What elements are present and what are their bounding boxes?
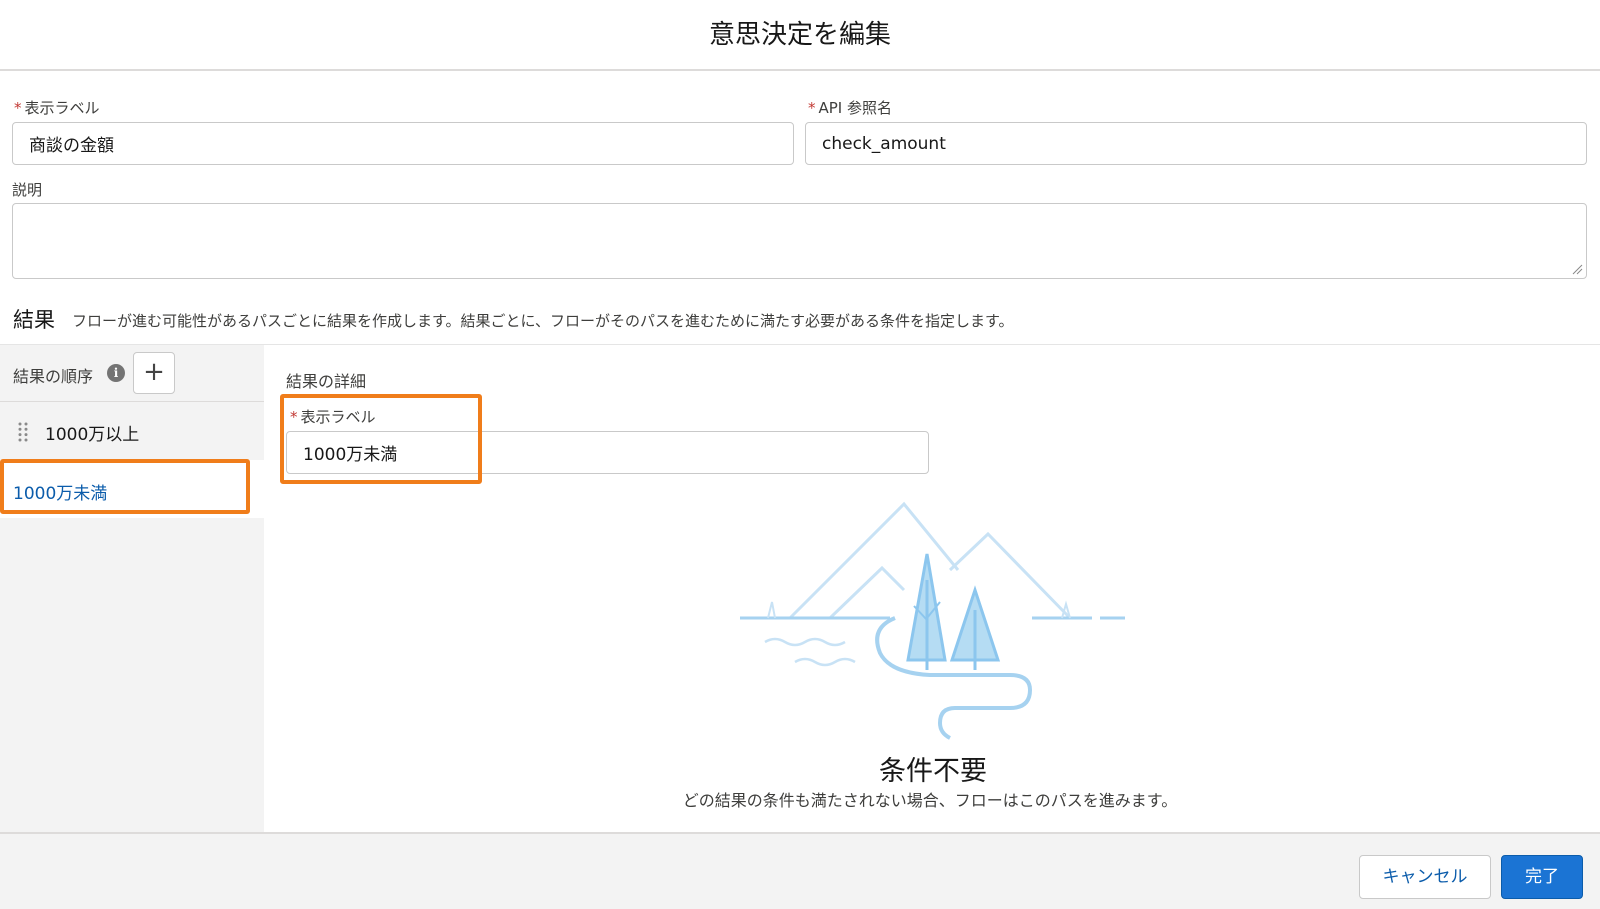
outcome-item[interactable]: 1000万以上 — [0, 402, 264, 460]
cancel-button[interactable]: キャンセル — [1359, 855, 1491, 899]
outcome-order-header: 結果の順序 i + — [0, 345, 264, 402]
modal-title: 意思決定を編集 — [708, 20, 891, 50]
description-textarea[interactable] — [12, 203, 1587, 279]
api-name-field-label: * API 参照名 — [808, 99, 892, 117]
outcome-label-highlight — [280, 394, 482, 484]
api-name-input[interactable]: check_amount — [805, 122, 1587, 165]
label-input[interactable]: 商談の金額 — [12, 122, 794, 165]
selected-outcome-highlight — [0, 459, 250, 514]
modal-footer: キャンセル 完了 — [0, 832, 1600, 909]
done-button[interactable]: 完了 — [1501, 855, 1583, 899]
drag-handle-icon[interactable] — [18, 422, 28, 442]
resize-handle-icon[interactable] — [1571, 263, 1583, 275]
outcome-detail-title: 結果の詳細 — [286, 372, 367, 391]
description-field-label: 説明 — [12, 181, 43, 199]
info-icon[interactable]: i — [107, 364, 125, 382]
required-mark: * — [14, 99, 22, 117]
label-field-label: * 表示ラベル — [14, 99, 100, 117]
empty-state-description: どの結果の条件も満たされない場合、フローはこのパスを進みます。 — [682, 791, 1178, 810]
outcome-item-label: 1000万以上 — [45, 425, 140, 445]
empty-state-title: 条件不要 — [879, 756, 987, 787]
add-outcome-button[interactable]: + — [133, 352, 175, 394]
mountain-illustration — [740, 501, 1125, 740]
outcomes-section-description: フローが進む可能性があるパスごとに結果を作成します。結果ごとに、フローがそのパス… — [72, 312, 1014, 330]
outcomes-section-title: 結果 — [13, 308, 55, 332]
outcome-order-label: 結果の順序 — [13, 367, 94, 386]
modal-header: 意思決定を編集 — [0, 0, 1600, 71]
required-mark: * — [808, 99, 816, 117]
